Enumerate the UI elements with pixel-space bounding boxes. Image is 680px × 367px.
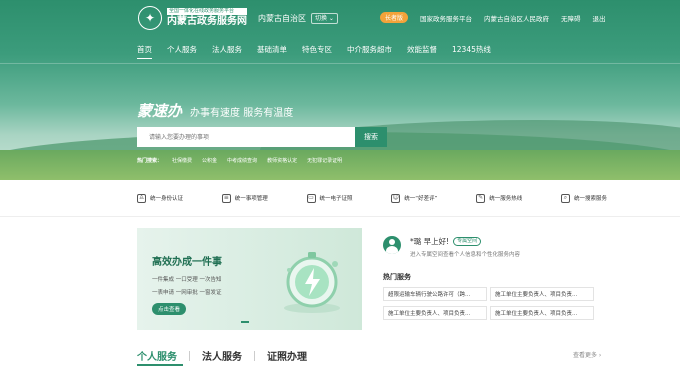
region-name: 内蒙古自治区: [258, 14, 306, 23]
region-switch-button[interactable]: 切换 ⌄: [311, 13, 338, 24]
nav-hotline[interactable]: 12345热线: [452, 44, 491, 59]
hot-service-item[interactable]: 施工单位主要负责人、项目负责...: [490, 306, 594, 320]
banner-subtitle: 一件集成 一口受理 一次告知: [152, 277, 222, 283]
logo-subtitle: 全国一体化在线政务服务平台: [167, 8, 247, 15]
banner-subtitle: 一表申请 一网审批 一窗发证: [152, 290, 222, 296]
hot-search-item[interactable]: 社保缴费: [172, 157, 192, 164]
top-link-logout[interactable]: 退出: [593, 13, 606, 23]
quick-license[interactable]: ▭ 统一电子证照: [306, 193, 353, 203]
emblem-icon: ✦: [138, 6, 162, 30]
matter-manage-icon: ≡: [221, 193, 231, 203]
site-logo[interactable]: ✦ 全国一体化在线政务服务平台 内蒙古政务服务网: [138, 6, 247, 30]
quick-label: 统一“好差评”: [404, 196, 438, 202]
hotline-icon: ✎: [476, 193, 486, 203]
hot-search-item[interactable]: 公积金: [202, 157, 217, 164]
top-link-gov[interactable]: 内蒙古自治区人民政府: [484, 13, 549, 23]
quick-label: 统一服务热线: [489, 196, 523, 202]
hot-search-item[interactable]: 无犯罪记录证明: [307, 157, 342, 164]
banner-title: 高效办成一件事: [152, 257, 222, 268]
top-link-national-platform[interactable]: 国家政务服务平台: [420, 13, 472, 23]
review-icon: ☺: [391, 193, 401, 203]
service-tabs: 个人服务 法人服务 证照办理: [137, 348, 319, 363]
view-more-link[interactable]: 查看更多 ›: [573, 350, 601, 359]
tab-personal-services[interactable]: 个人服务: [137, 348, 189, 363]
hot-search-label: 热门搜索：: [137, 158, 163, 164]
quick-label: 统一搜索服务: [573, 196, 607, 202]
avatar[interactable]: [383, 236, 401, 254]
tab-license-services[interactable]: 证照办理: [255, 348, 319, 363]
nav-basic-list[interactable]: 基础清单: [257, 44, 287, 59]
hot-service-item[interactable]: 施工单位主要负责人、项目负责...: [490, 287, 594, 301]
search-service-icon: ⌕: [560, 193, 570, 203]
personal-space-tag[interactable]: 专属空间: [453, 237, 482, 246]
carousel-dot-active[interactable]: [241, 321, 249, 323]
hot-search-item[interactable]: 教师资格认定: [267, 157, 297, 164]
hot-service-item[interactable]: 施工单位主要负责人、项目负责...: [383, 306, 487, 320]
nav-special-zone[interactable]: 特色专区: [302, 44, 332, 59]
main-nav: 首页 个人服务 法人服务 基础清单 特色专区 中介服务超市 效能监督 12345…: [137, 44, 506, 59]
nav-legal[interactable]: 法人服务: [212, 44, 242, 59]
elder-mode-badge[interactable]: 长者版: [380, 12, 409, 23]
banner-view-button[interactable]: 点击查看: [152, 303, 187, 315]
nav-agency-market[interactable]: 中介服务超市: [347, 44, 392, 59]
person-verify-icon: ♙: [137, 193, 146, 203]
quick-services: ♙ 统一身份认证 ≡ 统一事项管理 ▭ 统一电子证照 ☺ 统一“好差评” ✎ 统…: [137, 188, 607, 208]
nav-home[interactable]: 首页: [137, 44, 152, 59]
slogan-text: 办事有速度 服务有温度: [190, 108, 294, 119]
greeting-text: *璐 早上好!: [410, 237, 450, 246]
e-license-icon: ▭: [306, 193, 316, 203]
hot-services-title: 热门服务: [383, 273, 411, 281]
carousel-dots: [241, 321, 249, 323]
hero-grassland: [0, 150, 680, 180]
hero-slogan: 蒙速办 办事有速度 服务有温度: [137, 100, 293, 121]
logo-title: 内蒙古政务服务网: [167, 16, 247, 27]
promo-banner[interactable]: 高效办成一件事 一件集成 一口受理 一次告知 一表申请 一网审批 一窗发证 点击…: [137, 228, 362, 330]
active-tab-indicator: [137, 364, 183, 366]
tab-legal-services[interactable]: 法人服务: [190, 348, 254, 363]
region-selector: 内蒙古自治区 切换 ⌄: [258, 13, 338, 24]
greeting-description: 进入专属空间查看个人信息和个性化服务内容: [410, 252, 521, 258]
search-box: 搜索: [137, 127, 387, 147]
quick-identity[interactable]: ♙ 统一身份认证: [137, 193, 184, 203]
nav-divider: [0, 63, 680, 64]
hero-banner: [0, 0, 680, 180]
quick-matter[interactable]: ≡ 统一事项管理: [221, 193, 268, 203]
hot-service-item[interactable]: 超限运输车辆行驶公路许可（跨...: [383, 287, 487, 301]
search-input[interactable]: [137, 127, 355, 147]
quick-review[interactable]: ☺ 统一“好差评”: [391, 193, 438, 203]
hot-services-grid: 超限运输车辆行驶公路许可（跨... 施工单位主要负责人、项目负责... 施工单位…: [383, 287, 594, 320]
quick-search[interactable]: ⌕ 统一搜索服务: [560, 193, 607, 203]
quick-label: 统一事项管理: [234, 196, 268, 202]
top-links: 长者版 国家政务服务平台 内蒙古自治区人民政府 无障碍 退出: [380, 12, 606, 23]
quick-label: 统一身份认证: [150, 196, 184, 202]
quick-hotline[interactable]: ✎ 统一服务热线: [476, 193, 523, 203]
stopwatch-lightning-icon: [284, 252, 340, 313]
hot-search-item[interactable]: 中考成绩查询: [227, 157, 257, 164]
greeting: *璐 早上好! 专属空间: [410, 236, 482, 247]
section-divider: [0, 216, 680, 217]
brand-logotype: 蒙速办: [137, 102, 183, 120]
search-button[interactable]: 搜索: [355, 127, 387, 147]
nav-supervision[interactable]: 效能监督: [407, 44, 437, 59]
top-link-accessibility[interactable]: 无障碍: [561, 13, 581, 23]
hot-search: 热门搜索： 社保缴费 公积金 中考成绩查询 教师资格认定 无犯罪记录证明: [137, 157, 342, 164]
quick-label: 统一电子证照: [319, 196, 353, 202]
nav-personal[interactable]: 个人服务: [167, 44, 197, 59]
